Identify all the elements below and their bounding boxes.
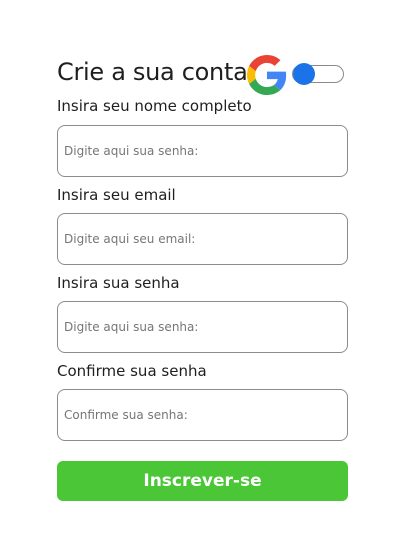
toggle-knob [293, 63, 315, 85]
confirm-password-input[interactable] [57, 389, 348, 441]
email-input[interactable] [57, 213, 348, 265]
submit-button[interactable]: Inscrever-se [57, 461, 348, 501]
email-label: Insira seu email [57, 186, 176, 204]
page-title: Crie a sua conta [57, 58, 248, 86]
google-icon[interactable] [247, 55, 287, 95]
password-label: Insira sua senha [57, 274, 180, 292]
theme-toggle[interactable] [292, 63, 344, 85]
password-input[interactable] [57, 301, 348, 353]
full-name-input[interactable] [57, 125, 348, 177]
header: Crie a sua conta [57, 55, 348, 95]
confirm-password-label: Confirme sua senha [57, 362, 207, 380]
full-name-label: Insira seu nome completo [57, 97, 252, 115]
